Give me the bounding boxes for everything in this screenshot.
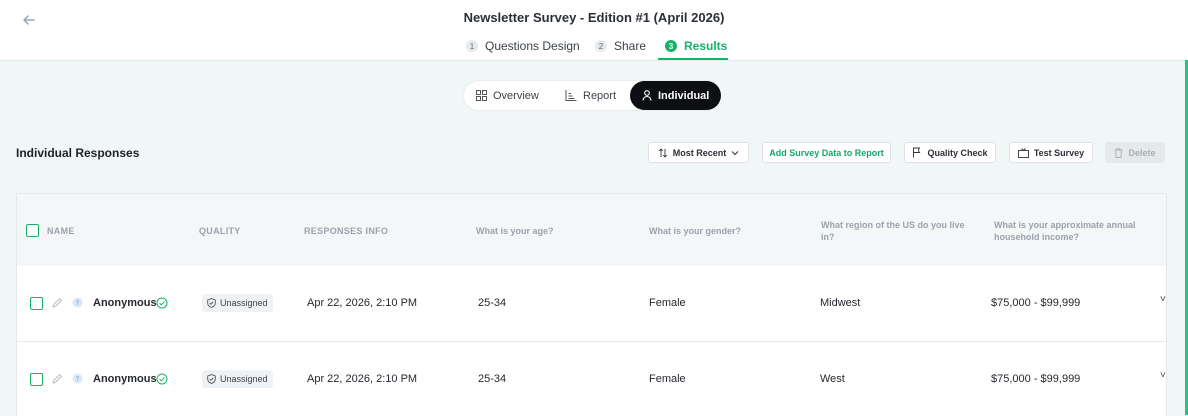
column-header-responses-info[interactable]: RESPONSES INFO — [304, 225, 388, 237]
chevron-down-icon[interactable]: ˅ — [1160, 294, 1166, 305]
info-icon: ? — [72, 297, 83, 308]
quality-label: Quality Check — [927, 147, 988, 158]
quality-check-button[interactable]: Quality Check — [904, 142, 996, 163]
tab-individual[interactable]: Individual — [630, 81, 722, 110]
svg-text:?: ? — [76, 299, 80, 307]
top-bar: Newsletter Survey - Edition #1 (April 20… — [0, 0, 1188, 61]
column-header-gender[interactable]: What is your gender? — [649, 225, 741, 237]
sort-dropdown[interactable]: Most Recent — [648, 142, 749, 163]
quality-label: Unassigned — [220, 374, 268, 384]
step-results[interactable]: 3 Results — [665, 37, 727, 55]
answer-age: 25-34 — [478, 297, 507, 309]
sort-label: Most Recent — [672, 147, 727, 158]
answer-gender: Female — [649, 373, 686, 385]
sort-icon — [658, 147, 667, 158]
quality-badge[interactable]: Unassigned — [202, 294, 273, 312]
step-label: Share — [614, 39, 647, 53]
tab-overview[interactable]: Overview — [476, 81, 539, 110]
delete-label: Delete — [1128, 147, 1156, 158]
trash-icon — [1114, 147, 1123, 158]
select-all-checkbox[interactable] — [26, 224, 39, 237]
test-survey-button[interactable]: Test Survey — [1009, 142, 1093, 163]
flag-icon — [913, 147, 921, 158]
table-row[interactable]: ? Anonymous Unassigned Apr 22, 2026, 2:1… — [17, 342, 1166, 416]
section-title: Individual Responses — [16, 146, 140, 160]
table-row[interactable]: ? Anonymous Unassigned Apr 22, 2026, 2:1… — [17, 266, 1166, 342]
column-header-name[interactable]: NAME — [47, 225, 75, 237]
person-icon — [642, 90, 652, 101]
quality-badge[interactable]: Unassigned — [202, 370, 273, 388]
answer-region: Midwest — [820, 297, 861, 309]
delete-button[interactable]: Delete — [1105, 142, 1165, 163]
respondent-name[interactable]: Anonymous — [93, 373, 157, 385]
step-share[interactable]: 2 Share — [595, 37, 646, 55]
chevron-down-icon — [731, 150, 739, 155]
check-circle-icon — [156, 297, 168, 309]
responses-table: NAME QUALITY RESPONSES INFO What is your… — [16, 193, 1167, 416]
pencil-icon[interactable] — [51, 373, 63, 385]
step-nav: 1 Questions Design 2 Share 3 Results — [0, 37, 1188, 60]
shield-icon — [207, 298, 216, 308]
tv-icon — [1017, 147, 1029, 158]
pencil-icon[interactable] — [51, 297, 63, 309]
answer-region: West — [820, 373, 845, 385]
page-title: Newsletter Survey - Edition #1 (April 20… — [463, 10, 725, 25]
respondent-name[interactable]: Anonymous — [93, 297, 157, 309]
response-date: Apr 22, 2026, 2:10 PM — [307, 373, 418, 385]
tab-label: Overview — [493, 89, 539, 102]
step-number: 2 — [595, 40, 607, 52]
step-number: 3 — [665, 40, 677, 52]
step-label: Questions Design — [485, 39, 580, 53]
grid-icon — [476, 90, 487, 101]
column-header-age[interactable]: What is your age? — [476, 225, 554, 237]
tab-label: Report — [583, 89, 617, 102]
tab-report[interactable]: Report — [565, 81, 616, 110]
tab-label: Individual — [658, 89, 710, 102]
test-label: Test Survey — [1033, 147, 1085, 158]
shield-icon — [207, 374, 216, 384]
answer-gender: Female — [649, 297, 686, 309]
chevron-down-icon[interactable]: ˅ — [1160, 370, 1166, 381]
step-number: 1 — [466, 40, 478, 52]
column-header-income[interactable]: What is your approximate annual househol… — [994, 219, 1149, 243]
view-tabs: Overview Report Individual — [464, 81, 722, 110]
bar-chart-icon — [565, 90, 577, 101]
column-header-quality[interactable]: QUALITY — [199, 225, 241, 237]
add-survey-data-button[interactable]: Add Survey Data to Report — [762, 142, 891, 163]
answer-income: $75,000 - $99,999 — [991, 373, 1081, 385]
answer-age: 25-34 — [478, 373, 507, 385]
step-questions-design[interactable]: 1 Questions Design — [466, 37, 580, 55]
info-icon: ? — [72, 373, 83, 384]
quality-label: Unassigned — [220, 298, 268, 308]
check-circle-icon — [156, 373, 168, 385]
column-header-region[interactable]: What region of the US do you live in? — [821, 219, 976, 243]
active-step-underline — [658, 58, 728, 60]
row-checkbox[interactable] — [30, 297, 43, 310]
add-label: Add Survey Data to Report — [769, 147, 884, 158]
answer-income: $75,000 - $99,999 — [991, 297, 1081, 309]
svg-text:?: ? — [76, 375, 80, 383]
row-checkbox[interactable] — [30, 373, 43, 386]
step-label: Results — [684, 39, 728, 53]
response-date: Apr 22, 2026, 2:10 PM — [307, 297, 418, 309]
table-header: NAME QUALITY RESPONSES INFO What is your… — [17, 194, 1166, 267]
